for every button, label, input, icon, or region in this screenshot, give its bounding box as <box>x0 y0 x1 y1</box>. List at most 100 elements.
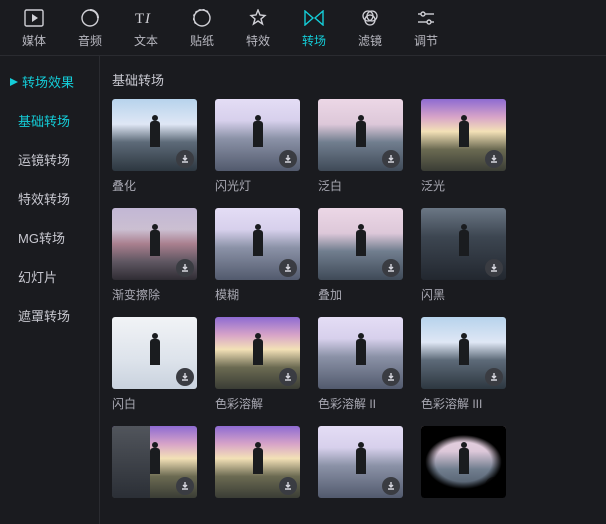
transition-thumbnail <box>112 426 197 498</box>
tool-sticker[interactable]: 贴纸 <box>178 6 226 51</box>
transition-label: 闪光灯 <box>215 177 300 194</box>
tool-label: 文本 <box>134 32 158 49</box>
transition-thumbnail <box>112 99 197 171</box>
transition-thumbnail <box>215 208 300 280</box>
tool-transition[interactable]: 转场 <box>290 6 338 51</box>
sidebar-list: 基础转场运镜转场特效转场MG转场幻灯片遮罩转场 <box>0 97 99 339</box>
figure-silhouette <box>253 230 263 256</box>
transition-item[interactable]: 色彩溶解 III <box>421 317 506 412</box>
download-button[interactable] <box>382 259 400 277</box>
tool-label: 音频 <box>78 32 102 49</box>
tool-label: 滤镜 <box>358 32 382 49</box>
sidebar-item-5[interactable]: 遮罩转场 <box>0 296 99 335</box>
download-button[interactable] <box>176 259 194 277</box>
sidebar-item-0[interactable]: 基础转场 <box>0 101 99 140</box>
download-button[interactable] <box>176 368 194 386</box>
download-button[interactable] <box>279 259 297 277</box>
transition-item[interactable] <box>421 426 506 504</box>
transition-item[interactable] <box>318 426 403 504</box>
tool-filter[interactable]: 滤镜 <box>346 6 394 51</box>
transition-label: 色彩溶解 II <box>318 395 403 412</box>
transition-thumbnail <box>215 426 300 498</box>
transition-thumbnail <box>318 208 403 280</box>
download-button[interactable] <box>382 368 400 386</box>
download-button[interactable] <box>485 259 503 277</box>
transition-thumbnail <box>421 208 506 280</box>
transition-item[interactable]: 闪黑 <box>421 208 506 303</box>
transition-item[interactable]: 色彩溶解 <box>215 317 300 412</box>
sidebar-item-2[interactable]: 特效转场 <box>0 179 99 218</box>
figure-silhouette <box>459 448 469 474</box>
tool-media[interactable]: 媒体 <box>10 6 58 51</box>
figure-silhouette <box>459 339 469 365</box>
transition-label: 叠化 <box>112 177 197 194</box>
transition-label: 泛白 <box>318 177 403 194</box>
sidebar-header-label: 转场效果 <box>22 72 74 91</box>
tool-label: 调节 <box>414 32 438 49</box>
transition-item[interactable]: 色彩溶解 II <box>318 317 403 412</box>
tool-text[interactable]: TI 文本 <box>122 6 170 51</box>
transition-label: 闪黑 <box>421 286 506 303</box>
download-button[interactable] <box>279 477 297 495</box>
transition-thumbnail <box>112 208 197 280</box>
transition-item[interactable]: 叠加 <box>318 208 403 303</box>
transition-item[interactable]: 闪光灯 <box>215 99 300 194</box>
transition-thumbnail <box>112 317 197 389</box>
transition-thumbnail <box>318 426 403 498</box>
transition-item[interactable] <box>112 426 197 504</box>
download-button[interactable] <box>176 150 194 168</box>
figure-silhouette <box>356 121 366 147</box>
transition-thumbnail <box>421 426 506 498</box>
tool-effect[interactable]: 特效 <box>234 6 282 51</box>
tool-label: 转场 <box>302 32 326 49</box>
transition-label: 泛光 <box>421 177 506 194</box>
download-button[interactable] <box>485 477 503 495</box>
figure-silhouette <box>459 230 469 256</box>
sidebar-item-3[interactable]: MG转场 <box>0 218 99 257</box>
tool-adjust[interactable]: 调节 <box>402 6 450 51</box>
download-button[interactable] <box>382 477 400 495</box>
sidebar-item-1[interactable]: 运镜转场 <box>0 140 99 179</box>
effect-icon <box>249 8 267 28</box>
media-icon <box>24 8 44 28</box>
transition-item[interactable]: 泛光 <box>421 99 506 194</box>
download-button[interactable] <box>485 368 503 386</box>
transition-item[interactable]: 泛白 <box>318 99 403 194</box>
transition-item[interactable]: 渐变擦除 <box>112 208 197 303</box>
transition-item[interactable]: 模糊 <box>215 208 300 303</box>
transition-thumbnail <box>215 99 300 171</box>
figure-silhouette <box>253 121 263 147</box>
tool-audio[interactable]: 音频 <box>66 6 114 51</box>
audio-icon <box>81 8 99 28</box>
text-icon: TI <box>135 8 157 28</box>
download-button[interactable] <box>279 368 297 386</box>
figure-silhouette <box>459 121 469 147</box>
transition-label: 渐变擦除 <box>112 286 197 303</box>
figure-silhouette <box>356 448 366 474</box>
transition-item[interactable]: 叠化 <box>112 99 197 194</box>
content-panel: 基础转场 叠化闪光灯泛白泛光渐变擦除模糊叠加闪黑闪白色彩溶解色彩溶解 II色彩溶… <box>100 56 606 524</box>
transition-grid: 叠化 闪光灯 泛白 泛光渐变擦除 模糊 叠加闪黑闪白 色彩溶解 色彩溶解 II 色彩溶解 III <box>108 99 598 504</box>
sidebar-item-4[interactable]: 幻灯片 <box>0 257 99 296</box>
figure-silhouette <box>150 230 160 256</box>
figure-silhouette <box>150 121 160 147</box>
tool-label: 特效 <box>246 32 270 49</box>
download-button[interactable] <box>382 150 400 168</box>
download-button[interactable] <box>279 150 297 168</box>
transition-item[interactable] <box>215 426 300 504</box>
svg-text:I: I <box>144 11 151 27</box>
transition-thumbnail <box>421 317 506 389</box>
sidebar-header[interactable]: 转场效果 <box>0 66 99 97</box>
transition-thumbnail <box>318 317 403 389</box>
sticker-icon <box>193 8 211 28</box>
transition-thumbnail <box>318 99 403 171</box>
transition-label: 色彩溶解 <box>215 395 300 412</box>
transition-label: 色彩溶解 III <box>421 395 506 412</box>
adjust-icon <box>417 8 435 28</box>
transition-label: 闪白 <box>112 395 197 412</box>
download-button[interactable] <box>485 150 503 168</box>
transition-label: 模糊 <box>215 286 300 303</box>
transition-item[interactable]: 闪白 <box>112 317 197 412</box>
figure-silhouette <box>253 339 263 365</box>
download-button[interactable] <box>176 477 194 495</box>
